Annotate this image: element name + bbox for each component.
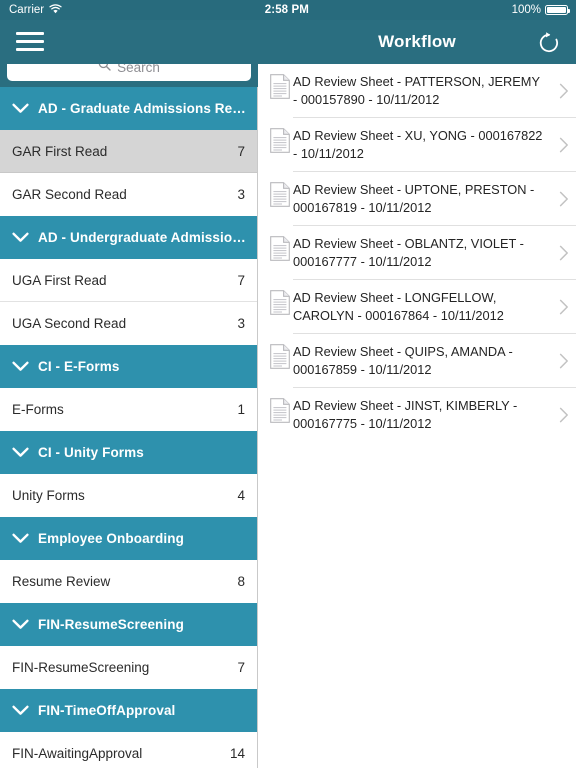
battery-percent-label: 100% (511, 4, 541, 16)
sidebar-queue-row[interactable]: UGA Second Read 3 (0, 302, 257, 345)
sidebar-queue-label: FIN-AwaitingApproval (12, 746, 143, 761)
chevron-right-icon (552, 137, 576, 153)
sidebar-queue-count: 3 (237, 187, 245, 202)
sidebar-queue-label: UGA Second Read (12, 316, 127, 331)
page-title: Workflow (378, 32, 456, 51)
status-bar-right: 100% (512, 4, 576, 16)
chevron-down-icon (10, 228, 30, 248)
chevron-right-icon (552, 407, 576, 423)
chevron-down-icon (10, 443, 30, 463)
sidebar-section-title: Employee Onboarding (38, 531, 184, 546)
document-list-item[interactable]: AD Review Sheet - LONGFELLOW, CAROLYN - … (259, 280, 576, 334)
sidebar-section-title: FIN-ResumeScreening (38, 617, 184, 632)
document-icon (259, 127, 293, 153)
document-list-item-title: AD Review Sheet - XU, YONG - 000167822 -… (293, 128, 543, 161)
document-list-item[interactable]: AD Review Sheet - JINST, KIMBERLY - 0001… (259, 388, 576, 442)
document-list-item[interactable]: AD Review Sheet - UPTONE, PRESTON - 0001… (259, 172, 576, 226)
search-region: Search (0, 53, 258, 87)
chevron-down-icon (10, 357, 30, 377)
sidebar-queue-count: 14 (229, 746, 245, 761)
document-list-item[interactable]: AD Review Sheet - XU, YONG - 000167822 -… (259, 118, 576, 172)
sidebar-section-header[interactable]: CI - Unity Forms (0, 431, 257, 474)
sidebar-queue-count: 1 (237, 402, 245, 417)
sidebar-queue-label: GAR Second Read (12, 187, 127, 202)
document-list-item-title: AD Review Sheet - QUIPS, AMANDA - 000167… (293, 344, 513, 377)
sidebar-queue-row[interactable]: UGA First Read 7 (0, 259, 257, 302)
document-icon (259, 397, 293, 423)
hamburger-menu-icon[interactable] (16, 31, 44, 53)
sidebar-queue-row[interactable]: Unity Forms 4 (0, 474, 257, 517)
sidebar-queue-label: Unity Forms (12, 488, 85, 503)
navigation-bar: Workflow (0, 20, 576, 64)
battery-full-icon (545, 5, 570, 15)
document-list-item[interactable]: AD Review Sheet - OBLANTZ, VIOLET - 0001… (259, 226, 576, 280)
sidebar-queue-row[interactable]: FIN-ResumeScreening 7 (0, 646, 257, 689)
sidebar-section-header[interactable]: FIN-TimeOffApproval (0, 689, 257, 732)
chevron-right-icon (552, 353, 576, 369)
status-bar: Carrier 2:58 PM 100% (0, 0, 576, 20)
sidebar-queue-label: E-Forms (12, 402, 64, 417)
document-list-item-title: AD Review Sheet - LONGFELLOW, CAROLYN - … (293, 290, 504, 323)
sidebar-queue-label: FIN-ResumeScreening (12, 660, 150, 675)
sidebar-section-title: CI - E-Forms (38, 359, 120, 374)
sidebar-queue-label: Resume Review (12, 574, 111, 589)
sidebar-queue-row[interactable]: FIN-AwaitingApproval 14 (0, 732, 257, 768)
document-icon (259, 73, 293, 99)
sidebar-queue-label: GAR First Read (12, 143, 108, 159)
chevron-right-icon (552, 83, 576, 99)
sidebar-section-header[interactable]: AD - Undergraduate Admissions Re… (0, 216, 257, 259)
chevron-down-icon (10, 99, 30, 119)
chevron-right-icon (552, 245, 576, 261)
sidebar-section-title: AD - Undergraduate Admissions Re… (38, 230, 248, 245)
sidebar-section-header[interactable]: AD - Graduate Admissions Review (0, 87, 257, 130)
sidebar-queue-count: 4 (237, 488, 245, 503)
chevron-right-icon (552, 299, 576, 315)
sidebar-queue-count: 7 (237, 660, 245, 675)
chevron-right-icon (552, 191, 576, 207)
document-list-item-title: AD Review Sheet - OBLANTZ, VIOLET - 0001… (293, 236, 524, 269)
status-bar-left: Carrier (0, 3, 62, 17)
chevron-down-icon (10, 615, 30, 635)
app-root: Carrier 2:58 PM 100% Workflow Search AD … (0, 0, 576, 768)
refresh-icon[interactable] (536, 30, 562, 56)
sidebar-queue-count: 8 (237, 574, 245, 589)
sidebar-section-header[interactable]: FIN-ResumeScreening (0, 603, 257, 646)
document-icon (259, 343, 293, 369)
status-bar-clock: 2:58 PM (264, 4, 309, 16)
document-icon (259, 289, 293, 315)
document-icon (259, 181, 293, 207)
sidebar-queue-row[interactable]: GAR First Read 7 (0, 130, 257, 173)
sidebar-queue-count: 7 (237, 143, 245, 159)
document-list-panel[interactable]: AD Review Sheet - PATTERSON, JEREMY - 00… (259, 64, 576, 768)
wifi-icon (49, 3, 62, 17)
document-list-item[interactable]: AD Review Sheet - PATTERSON, JEREMY - 00… (259, 64, 576, 118)
document-list-item-title: AD Review Sheet - PATTERSON, JEREMY - 00… (293, 74, 540, 107)
document-icon (259, 235, 293, 261)
sidebar-queue-row[interactable]: E-Forms 1 (0, 388, 257, 431)
chevron-down-icon (10, 701, 30, 721)
chevron-down-icon (10, 529, 30, 549)
sidebar-section-title: FIN-TimeOffApproval (38, 703, 176, 718)
sidebar-section-header[interactable]: Employee Onboarding (0, 517, 257, 560)
sidebar-section-title: CI - Unity Forms (38, 445, 144, 460)
document-list-item-title: AD Review Sheet - JINST, KIMBERLY - 0001… (293, 398, 518, 431)
sidebar-queue-row[interactable]: Resume Review 8 (0, 560, 257, 603)
carrier-label: Carrier (9, 4, 45, 16)
sidebar-queue-label: UGA First Read (12, 272, 107, 288)
sidebar-section-title: AD - Graduate Admissions Review (38, 101, 248, 116)
sidebar-queue-count: 3 (237, 316, 245, 331)
document-list-item-title: AD Review Sheet - UPTONE, PRESTON - 0001… (293, 182, 535, 215)
sidebar-queue-count: 7 (237, 272, 245, 288)
document-list-item[interactable]: AD Review Sheet - QUIPS, AMANDA - 000167… (259, 334, 576, 388)
sidebar-section-header[interactable]: CI - E-Forms (0, 345, 257, 388)
sidebar-queue-row[interactable]: GAR Second Read 3 (0, 173, 257, 216)
workflow-queue-sidebar[interactable]: AD - Graduate Admissions Review GAR First… (0, 87, 258, 768)
